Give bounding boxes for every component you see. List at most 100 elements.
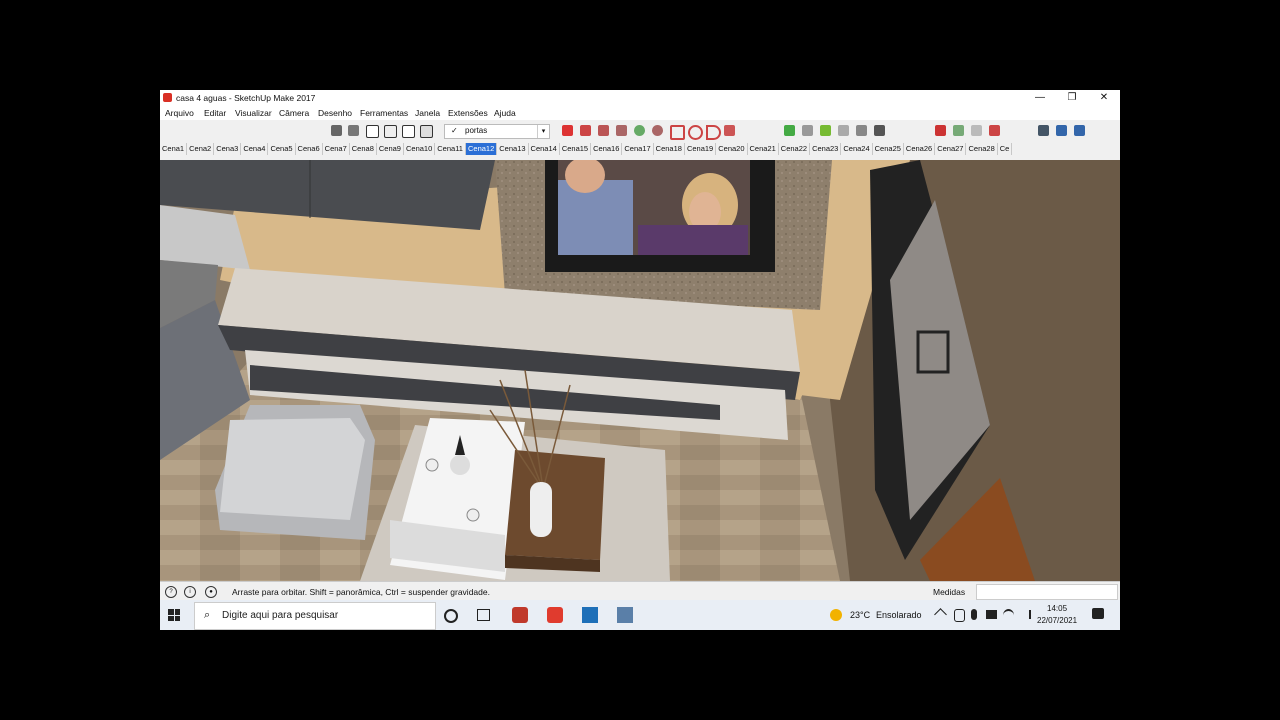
protractor-icon[interactable] bbox=[820, 125, 831, 136]
minimize-button[interactable]: — bbox=[1024, 90, 1056, 106]
tab-cena10[interactable]: Cena10 bbox=[404, 143, 436, 155]
polygon-icon[interactable] bbox=[652, 125, 663, 136]
tab-cena3[interactable]: Cena3 bbox=[214, 143, 242, 155]
freehand-icon[interactable] bbox=[580, 125, 591, 136]
rectangle-icon[interactable] bbox=[598, 125, 609, 136]
layer-select[interactable]: ✓ portas ▾ bbox=[444, 124, 550, 139]
tab-cena12[interactable]: Cena12 bbox=[465, 143, 498, 155]
meet-icon[interactable] bbox=[954, 609, 965, 622]
sketchup-taskbar-icon[interactable] bbox=[547, 607, 563, 623]
tab-cena19[interactable]: Cena19 bbox=[685, 143, 717, 155]
status-message: Arraste para orbitar. Shift = panorâmica… bbox=[232, 587, 490, 597]
tab-cena4[interactable]: Cena4 bbox=[241, 143, 269, 155]
arc-icon[interactable] bbox=[670, 125, 685, 140]
title-bar[interactable]: casa 4 aguas - SketchUp Make 2017 — ❐ ✕ bbox=[160, 90, 1120, 106]
tab-cena25[interactable]: Cena25 bbox=[873, 143, 904, 155]
measurements-input[interactable] bbox=[976, 584, 1118, 600]
cortana-icon[interactable] bbox=[444, 609, 458, 623]
menu-editar[interactable]: Editar bbox=[204, 108, 226, 118]
chevron-up-icon[interactable] bbox=[934, 608, 947, 621]
pie-icon[interactable] bbox=[706, 125, 721, 140]
tab-cena9[interactable]: Cena9 bbox=[377, 143, 404, 155]
app-blue-icon[interactable] bbox=[582, 607, 598, 623]
menu-arquivo[interactable]: Arquivo bbox=[165, 108, 194, 118]
two-point-arc-icon[interactable] bbox=[688, 125, 703, 140]
tab-cena20[interactable]: Cena20 bbox=[716, 143, 748, 155]
tape-measure-icon[interactable] bbox=[784, 125, 795, 136]
share-model-icon[interactable] bbox=[420, 125, 433, 138]
tab-cena-more[interactable]: Ce bbox=[998, 143, 1013, 155]
house-icon[interactable] bbox=[402, 125, 415, 138]
calculator-icon[interactable] bbox=[617, 607, 633, 623]
scene-tabs: Cena1 Cena2 Cena3 Cena4 Cena5 Cena6 Cena7 Cena8… bbox=[160, 142, 1120, 156]
tab-cena16[interactable]: Cena16 bbox=[591, 143, 623, 155]
text-icon[interactable] bbox=[838, 125, 849, 136]
clock-time[interactable]: 14:05 bbox=[1047, 604, 1067, 613]
components-icon[interactable] bbox=[331, 125, 342, 136]
weather-temperature[interactable]: 23°C bbox=[850, 610, 870, 620]
tab-cena23[interactable]: Cena23 bbox=[810, 143, 842, 155]
user-icon[interactable]: ● bbox=[205, 586, 217, 598]
tab-cena7[interactable]: Cena7 bbox=[323, 143, 350, 155]
axes-icon[interactable] bbox=[856, 125, 867, 136]
tab-cena1[interactable]: Cena1 bbox=[160, 143, 188, 155]
materials-icon[interactable] bbox=[348, 125, 359, 136]
tab-cena5[interactable]: Cena5 bbox=[268, 143, 296, 155]
tab-cena27[interactable]: Cena27 bbox=[935, 143, 967, 155]
tab-cena8[interactable]: Cena8 bbox=[350, 143, 377, 155]
app-recorder-icon[interactable] bbox=[512, 607, 528, 623]
tab-cena14[interactable]: Cena14 bbox=[529, 143, 560, 155]
tab-cena6[interactable]: Cena6 bbox=[296, 143, 323, 155]
menu-bar: Arquivo Editar Visualizar Câmera Desenho… bbox=[160, 106, 1120, 120]
windows-start-icon[interactable] bbox=[168, 609, 180, 621]
tab-cena26[interactable]: Cena26 bbox=[904, 143, 936, 155]
dimension-icon[interactable] bbox=[802, 125, 813, 136]
weather-description[interactable]: Ensolarado bbox=[876, 610, 922, 620]
rotated-rectangle-icon[interactable] bbox=[616, 125, 627, 136]
3d-text-icon[interactable] bbox=[874, 125, 885, 136]
three-point-arc-icon[interactable] bbox=[724, 125, 735, 136]
3d-viewport[interactable] bbox=[160, 160, 1120, 581]
tab-cena17[interactable]: Cena17 bbox=[622, 143, 654, 155]
tab-cena24[interactable]: Cena24 bbox=[841, 143, 873, 155]
tab-cena2[interactable]: Cena2 bbox=[187, 143, 215, 155]
volume-icon[interactable] bbox=[1020, 610, 1031, 619]
menu-janela[interactable]: Janela bbox=[415, 108, 440, 118]
warehouse-icon[interactable] bbox=[384, 125, 397, 138]
pan-icon[interactable] bbox=[1056, 125, 1067, 136]
sandbox-icon[interactable] bbox=[935, 125, 946, 136]
tab-cena28[interactable]: Cena28 bbox=[966, 143, 998, 155]
menu-ajuda[interactable]: Ajuda bbox=[494, 108, 516, 118]
tab-cena22[interactable]: Cena22 bbox=[779, 143, 811, 155]
orbit-icon[interactable] bbox=[1038, 125, 1049, 136]
menu-extensoes[interactable]: Extensões bbox=[448, 108, 488, 118]
tab-cena13[interactable]: Cena13 bbox=[497, 143, 529, 155]
geo-location-icon[interactable]: i bbox=[184, 586, 196, 598]
maximize-button[interactable]: ❐ bbox=[1056, 90, 1088, 106]
smoove-icon[interactable] bbox=[971, 125, 982, 136]
clock-date[interactable]: 22/07/2021 bbox=[1037, 616, 1077, 625]
menu-ferramentas[interactable]: Ferramentas bbox=[360, 108, 408, 118]
menu-camera[interactable]: Câmera bbox=[279, 108, 309, 118]
microphone-icon[interactable] bbox=[971, 609, 977, 620]
pencil-icon[interactable] bbox=[562, 125, 573, 136]
stamp-icon[interactable] bbox=[989, 125, 1000, 136]
instructor-icon[interactable]: ? bbox=[165, 586, 177, 598]
notifications-icon[interactable] bbox=[1092, 608, 1104, 619]
tab-cena21[interactable]: Cena21 bbox=[748, 143, 779, 155]
zoom-icon[interactable] bbox=[1074, 125, 1085, 136]
menu-desenho[interactable]: Desenho bbox=[318, 108, 352, 118]
tab-cena11[interactable]: Cena11 bbox=[435, 143, 466, 155]
wifi-icon[interactable] bbox=[1003, 609, 1014, 622]
tab-cena15[interactable]: Cena15 bbox=[560, 143, 592, 155]
chevron-down-icon[interactable]: ▾ bbox=[537, 125, 549, 138]
taskbar-search-input[interactable]: ⌕ Digite aqui para pesquisar bbox=[194, 602, 436, 630]
circle-icon[interactable] bbox=[634, 125, 645, 136]
sandbox-scratch-icon[interactable] bbox=[953, 125, 964, 136]
menu-visualizar[interactable]: Visualizar bbox=[235, 108, 272, 118]
task-view-icon[interactable] bbox=[477, 609, 490, 621]
close-button[interactable]: ✕ bbox=[1088, 90, 1120, 106]
battery-icon[interactable] bbox=[986, 610, 997, 619]
home-icon[interactable] bbox=[366, 125, 379, 138]
tab-cena18[interactable]: Cena18 bbox=[654, 143, 685, 155]
